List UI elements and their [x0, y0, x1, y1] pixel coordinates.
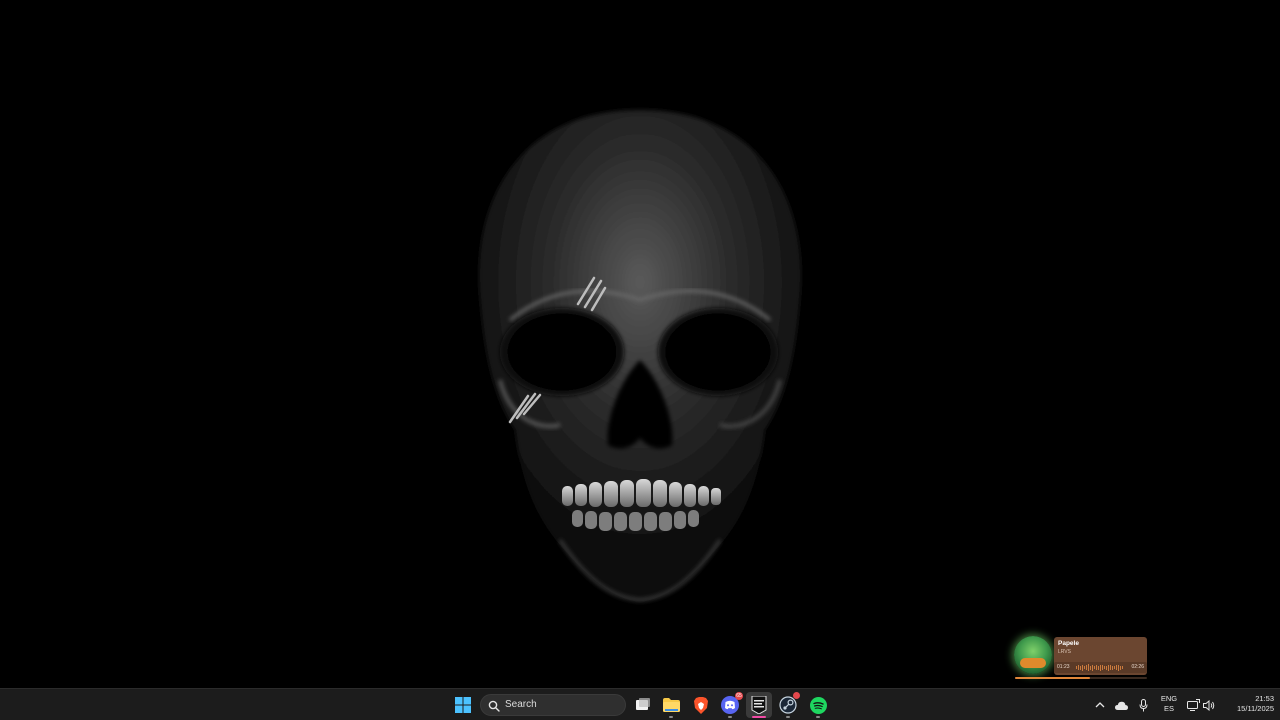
network-monitor-icon	[1186, 699, 1200, 711]
windows-logo-icon	[455, 697, 471, 713]
input-language-indicator[interactable]: ENG ES	[1158, 694, 1180, 714]
brave-browser-button[interactable]	[688, 692, 714, 718]
active-indicator	[752, 716, 766, 718]
running-indicator	[786, 716, 790, 718]
skull-icon	[478, 110, 802, 602]
spotify-icon	[809, 696, 827, 714]
waveform-bar	[1122, 666, 1123, 669]
epic-games-button[interactable]	[746, 692, 772, 718]
language-secondary: ES	[1163, 704, 1174, 713]
waveform-bar	[1120, 665, 1121, 670]
search-icon	[488, 700, 500, 712]
media-player-widget[interactable]: Papele LRVS 01:23 02:26	[1012, 634, 1150, 680]
waveform-bar	[1106, 665, 1107, 670]
taskbar: Search 65 ENG ES 21:53 15/11/2025	[0, 688, 1280, 720]
waveform-bar	[1118, 664, 1119, 671]
microphone-tray-button[interactable]	[1135, 697, 1151, 713]
desktop: Papele LRVS 01:23 02:26	[0, 0, 1280, 688]
task-view-icon	[636, 698, 650, 710]
microphone-icon	[1139, 698, 1147, 711]
running-indicator	[728, 716, 732, 718]
language-primary: ENG	[1160, 694, 1178, 703]
track-artist: LRVS	[1058, 649, 1071, 655]
cloud-icon	[1114, 701, 1128, 710]
waveform-bar	[1088, 664, 1089, 671]
spotify-button[interactable]	[805, 692, 831, 718]
clock-date: 15/11/2025	[1237, 704, 1274, 713]
media-card[interactable]: Papele LRVS 01:23 02:26	[1054, 637, 1147, 675]
waveform-bar	[1112, 665, 1113, 670]
steam-button[interactable]	[775, 692, 801, 718]
album-art[interactable]	[1014, 636, 1052, 674]
running-indicator	[816, 716, 820, 718]
epic-games-icon	[751, 696, 767, 714]
notification-badge: 65	[735, 692, 743, 700]
waveform-bar	[1080, 665, 1081, 670]
clock-button[interactable]: 21:53 15/11/2025	[1222, 694, 1274, 714]
playback-bar[interactable]: 01:23 02:26	[1054, 662, 1147, 673]
clock-time: 21:53	[1255, 694, 1274, 703]
waveform-bar	[1092, 664, 1093, 671]
speaker-icon	[1203, 699, 1215, 711]
volume-tray-button[interactable]	[1201, 697, 1217, 713]
waveform-bar	[1100, 664, 1101, 671]
waveform-bar	[1090, 665, 1091, 670]
onedrive-tray-button[interactable]	[1113, 697, 1129, 713]
waveform-bar	[1082, 664, 1083, 671]
discord-button[interactable]: 65	[717, 692, 743, 718]
waveform-bar	[1094, 666, 1095, 669]
waveform-bar	[1096, 665, 1097, 670]
running-indicator	[669, 716, 673, 718]
waveform-bar	[1098, 665, 1099, 670]
alert-dot	[793, 692, 800, 699]
total-time: 02:26	[1131, 664, 1144, 670]
track-title: Papele	[1058, 640, 1079, 647]
task-view-button[interactable]	[630, 692, 656, 718]
waveform-bar	[1110, 665, 1111, 670]
start-button[interactable]	[450, 692, 476, 718]
folder-icon	[662, 698, 680, 712]
network-tray-button[interactable]	[1185, 697, 1201, 713]
waveform-bar	[1108, 664, 1109, 671]
waveform-bar	[1116, 665, 1117, 670]
show-hidden-icons-button[interactable]	[1092, 697, 1108, 713]
waveform-bar	[1078, 665, 1079, 670]
playback-progress[interactable]	[1015, 677, 1147, 679]
waveform-bar	[1102, 665, 1103, 670]
waveform-bar	[1104, 666, 1105, 669]
search-placeholder: Search	[505, 699, 537, 710]
skull-wallpaper	[478, 110, 802, 602]
playback-progress-fill	[1015, 677, 1091, 679]
waveform	[1076, 664, 1124, 671]
waveform-bar	[1114, 666, 1115, 669]
brave-lion-icon	[694, 696, 708, 714]
waveform-bar	[1084, 666, 1085, 669]
search-input[interactable]: Search	[480, 694, 626, 716]
waveform-bar	[1086, 665, 1087, 670]
file-explorer-button[interactable]	[658, 692, 684, 718]
waveform-bar	[1076, 666, 1077, 669]
chevron-up-icon	[1095, 702, 1105, 708]
elapsed-time: 01:23	[1057, 664, 1070, 670]
